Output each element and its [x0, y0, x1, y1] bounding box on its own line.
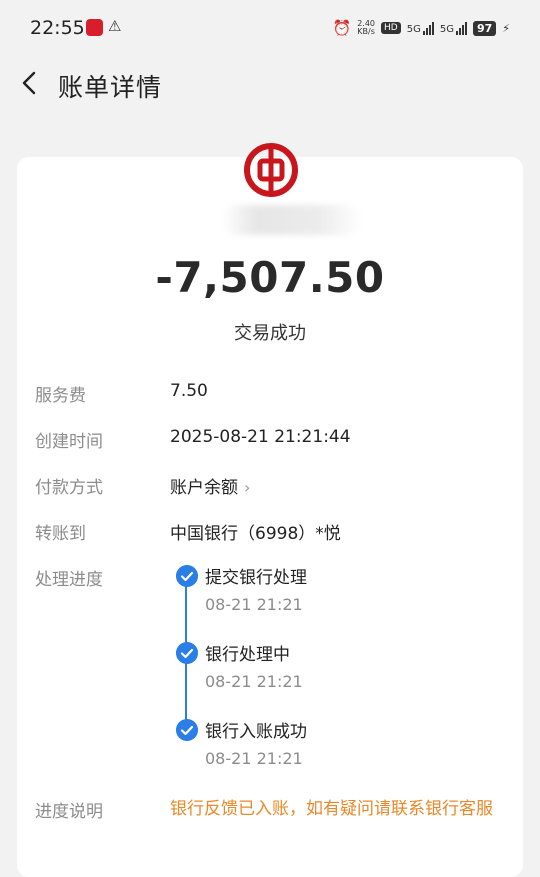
payment-method-text: 账户余额 [170, 478, 238, 498]
transfer-to-value: 中国银行（6998）*悦 [170, 524, 341, 544]
hd-voice-icon: HD [381, 22, 401, 34]
status-indicators: ⏰ 2.40 KB/s HD 5G 5G 97 ⚡ [333, 19, 511, 37]
progress-note-text: 银行反馈已入账，如有疑问请联系银行客服 [170, 799, 493, 819]
page-title: 账单详情 [58, 73, 163, 102]
blurred-payee-name [222, 205, 362, 235]
signal-label-2: 5G [439, 24, 454, 35]
bill-card: -7,507.50 交易成功 服务费 7.50 创建时间 2025-08-21 … [17, 143, 523, 877]
progress-label: 处理进度 [35, 570, 103, 590]
progress-step-time: 08-21 21:21 [205, 749, 303, 768]
progress-step-time: 08-21 21:21 [205, 595, 303, 614]
transaction-amount: -7,507.50 [155, 253, 385, 302]
signal-icon-2: 5G [440, 21, 467, 35]
created-time-value: 2025-08-21 21:21:44 [170, 427, 351, 447]
progress-step-title: 提交银行处理 [205, 568, 307, 588]
progress-step-title: 银行入账成功 [205, 722, 307, 742]
payment-method-label: 付款方式 [35, 478, 103, 498]
created-time-label: 创建时间 [35, 432, 103, 452]
progress-note-label: 进度说明 [35, 802, 103, 822]
page-header: 账单详情 [0, 58, 540, 110]
fee-value: 7.50 [170, 381, 208, 401]
battery-icon: 97 [472, 20, 497, 36]
warning-icon: ⚠ [108, 17, 122, 35]
back-chevron-icon[interactable] [18, 70, 44, 96]
chevron-right-icon: › [244, 478, 251, 497]
transfer-to-label: 转账到 [35, 524, 86, 544]
app-notification-icon [86, 19, 103, 36]
progress-step-title: 银行处理中 [205, 645, 290, 665]
network-speed: 2.40 KB/s [357, 20, 375, 36]
signal-label: 5G [406, 24, 421, 35]
check-circle-icon [176, 565, 198, 587]
status-time: 22:55 [30, 17, 85, 39]
progress-timeline: 提交银行处理 08-21 21:21 银行处理中 08-21 21:21 银行入… [176, 565, 506, 775]
progress-step-time: 08-21 21:21 [205, 672, 303, 691]
alarm-icon: ⏰ [332, 19, 352, 37]
transaction-status: 交易成功 [234, 323, 306, 344]
charging-icon: ⚡ [502, 21, 510, 35]
bank-logo-icon [244, 143, 298, 197]
status-bar: 22:55 ⚠ ⏰ 2.40 KB/s HD 5G 5G 97 ⚡ [0, 0, 540, 58]
check-circle-icon [176, 642, 198, 664]
fee-label: 服务费 [35, 386, 86, 406]
network-speed-unit: KB/s [357, 27, 375, 36]
payment-method-value[interactable]: 账户余额 › [170, 473, 250, 498]
signal-icon: 5G [407, 21, 434, 35]
check-circle-icon [176, 719, 198, 741]
